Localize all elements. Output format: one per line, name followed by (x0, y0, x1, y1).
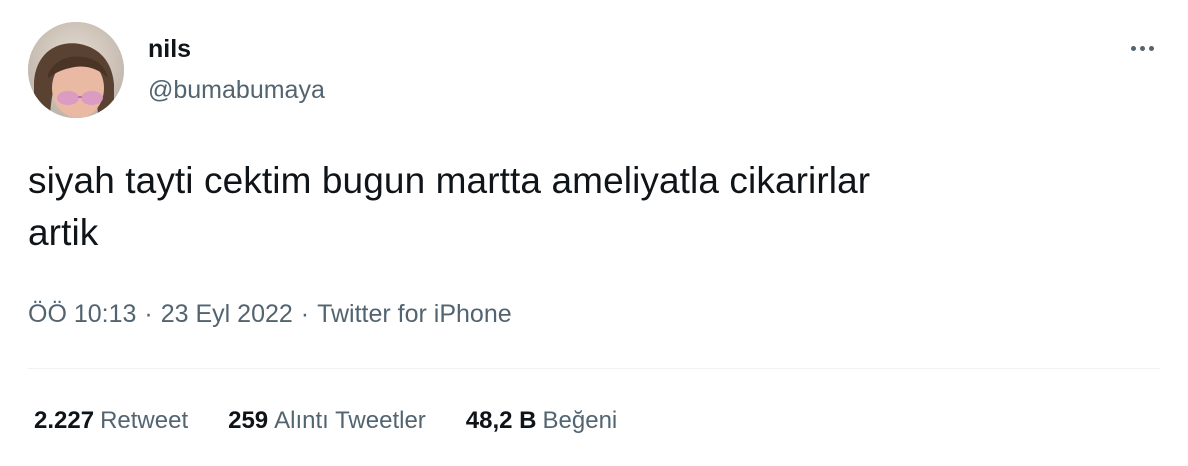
avatar[interactable] (28, 22, 124, 118)
more-horizontal-icon-dot (1139, 45, 1145, 51)
tweet-card: nils @bumabumaya siyah tayti cektim bugu… (0, 0, 1188, 466)
engagement-stats: 2.227 Retweet 259 Alıntı Tweetler 48,2 B Be… (34, 404, 657, 438)
author-display-name[interactable]: nils (148, 33, 191, 65)
retweet-count[interactable]: 2.227 Retweet (34, 404, 188, 438)
tweet-metadata: ÖÖ 10:13 · 23 Eyl 2022 · Twitter for iPhone (28, 297, 512, 331)
more-horizontal-icon (1130, 45, 1136, 51)
stat-value: 259 (228, 407, 269, 434)
tweet-text: siyah tayti cektim bugun martta ameliyat… (28, 155, 1148, 259)
quote-tweets-count[interactable]: 259 Alıntı Tweetler (228, 404, 426, 438)
stat-value: 2.227 (34, 407, 95, 434)
likes-count[interactable]: 48,2 B Beğeni (466, 404, 617, 438)
meta-separator: · (300, 300, 310, 328)
stat-label: Beğeni (542, 407, 618, 434)
tweet-text-line: artik (28, 212, 99, 253)
meta-separator: · (144, 300, 153, 328)
stat-label: Alıntı Tweetler (274, 407, 426, 434)
author-handle[interactable]: @bumabumaya (148, 74, 325, 106)
stat-label: Retweet (100, 407, 189, 434)
divider (28, 368, 1160, 369)
tweet-date[interactable]: 23 Eyl 2022 (161, 300, 293, 328)
tweet-time[interactable]: ÖÖ 10:13 (28, 300, 136, 328)
more-options-button[interactable] (1122, 34, 1162, 62)
avatar-image (28, 22, 124, 118)
tweet-source[interactable]: Twitter for iPhone (317, 300, 512, 328)
more-horizontal-icon-dot (1148, 45, 1154, 51)
tweet-text-line: siyah tayti cektim bugun martta ameliyat… (28, 160, 871, 201)
stat-value: 48,2 B (465, 407, 537, 434)
